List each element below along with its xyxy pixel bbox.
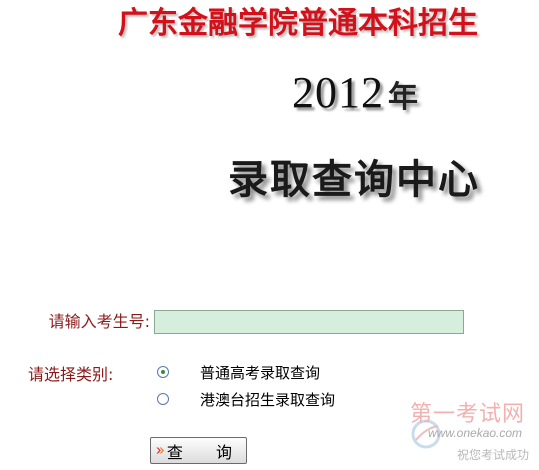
year-suffix: 年 <box>388 80 418 115</box>
category-label: 请选择类别: <box>28 365 114 384</box>
school-title: 广东金融学院普通本科招生 <box>118 6 478 41</box>
double-arrow-icon <box>156 447 165 454</box>
page-title: 录取查询中心 <box>228 156 480 203</box>
radio-regular-admission[interactable] <box>157 366 169 378</box>
watermark-logo: 第一考试网 www.onekao.com 祝您考试成功 <box>410 392 539 470</box>
option-hk-macau-taiwan-admission[interactable]: 港澳台招生录取查询 <box>157 388 335 410</box>
watermark-slogan: 祝您考试成功 <box>457 448 530 462</box>
query-button-label: 查 询 <box>166 442 246 462</box>
year-heading: 2012 年 <box>292 66 418 120</box>
option-hk-macau-taiwan-admission-label: 港澳台招生录取查询 <box>200 390 336 409</box>
watermark-url: www.onekao.com <box>428 426 523 440</box>
exam-id-input[interactable] <box>154 310 464 334</box>
option-regular-admission-label: 普通高考录取查询 <box>200 363 321 382</box>
watermark-title: 第一考试网 <box>410 402 526 427</box>
option-regular-admission[interactable]: 普通高考录取查询 <box>157 361 320 383</box>
query-button[interactable]: 查 询 <box>150 437 247 464</box>
exam-id-label: 请输入考生号: <box>48 312 150 331</box>
radio-hk-macau-taiwan-admission[interactable] <box>157 393 169 405</box>
year-number: 2012 <box>292 68 384 117</box>
